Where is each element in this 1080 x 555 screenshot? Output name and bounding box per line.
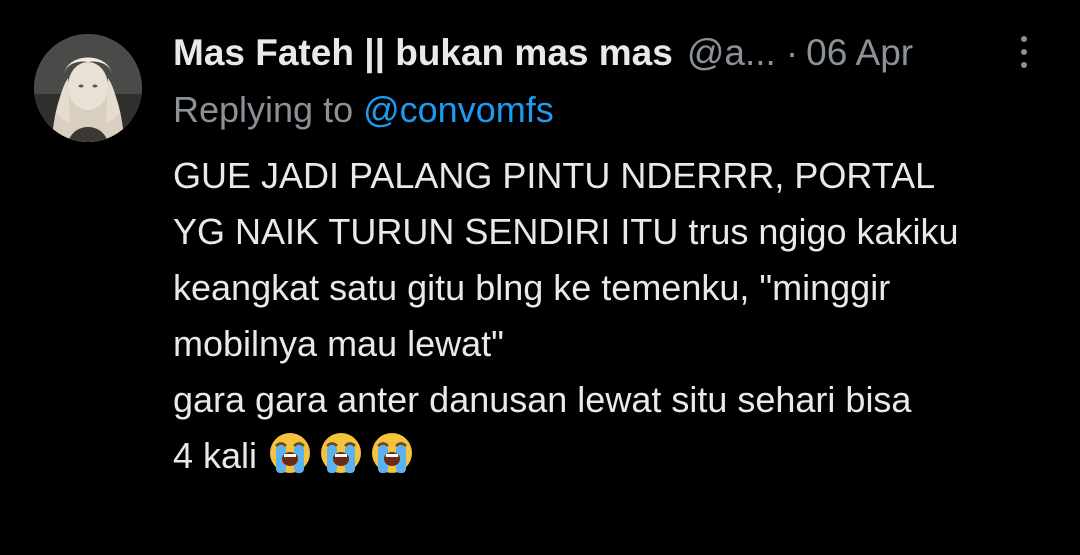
tweet-text-last-line: 4 kali	[173, 428, 1063, 484]
profile-avatar-image	[34, 34, 142, 142]
tweet-text: GUE JADI PALANG PINTU NDERRR, PORTAL YG …	[173, 148, 1063, 484]
replying-to: Replying to @convomfs	[173, 86, 554, 134]
tweet-date[interactable]: 06 Apr	[806, 28, 913, 78]
loudly-crying-face-icon	[270, 433, 311, 473]
more-dot	[1021, 49, 1027, 55]
tweet-header: Mas Fateh || bukan mas mas @a... · 06 Ap…	[173, 28, 1053, 78]
tweet-text-line: gara gara anter danusan lewat situ sehar…	[173, 379, 912, 420]
tweet-text-line: YG NAIK TURUN SENDIRI ITU trus ngigo kak…	[173, 211, 959, 252]
tweet[interactable]: Mas Fateh || bukan mas mas @a... · 06 Ap…	[0, 0, 1080, 555]
more-dot	[1021, 36, 1027, 42]
display-name[interactable]: Mas Fateh || bukan mas mas	[173, 28, 673, 78]
avatar[interactable]	[34, 34, 142, 142]
emoji-group	[257, 433, 415, 476]
more-vertical-icon[interactable]	[1011, 32, 1037, 72]
loudly-crying-face-icon	[321, 433, 362, 473]
tweet-text-line: 4 kali	[173, 435, 258, 476]
tweet-text-line: GUE JADI PALANG PINTU NDERRR, PORTAL	[173, 155, 936, 196]
replying-prefix: Replying to	[173, 89, 354, 130]
tweet-text-line: keangkat satu gitu blng ke temenku, "min…	[173, 267, 891, 308]
mention-link[interactable]: @convomfs	[363, 89, 554, 130]
loudly-crying-face-icon	[372, 433, 413, 473]
tweet-text-line: mobilnya mau lewat"	[173, 323, 504, 364]
more-dot	[1021, 62, 1027, 68]
separator-dot: ·	[785, 32, 799, 73]
user-handle[interactable]: @a...	[687, 28, 776, 78]
